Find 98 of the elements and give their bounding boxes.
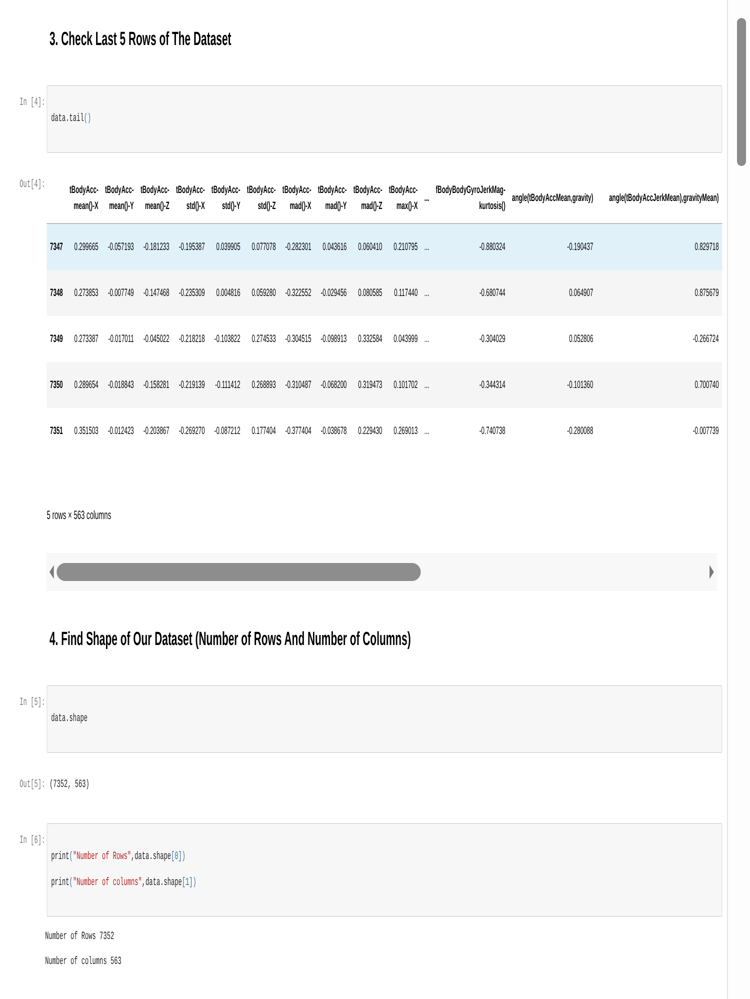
table-cell: -0.029456 — [314, 270, 350, 316]
table-cell: -0.310487 — [279, 362, 315, 408]
table-cell: 0.269013 — [386, 408, 422, 454]
horizontal-scrollbar[interactable] — [46, 553, 718, 591]
table-cell: -0.235309 — [172, 270, 208, 316]
row-index: 7349 — [46, 316, 66, 362]
table-cell: -0.181233 — [137, 224, 173, 270]
table-cell: 0.273853 — [66, 270, 102, 316]
table-cell: -0.219139 — [172, 362, 208, 408]
table-cell: -0.304029 — [432, 316, 509, 362]
input-prompt: In [5]: — [20, 696, 46, 710]
table-cell: -0.280088 — [508, 408, 596, 454]
table-cell: -0.038678 — [314, 408, 350, 454]
table-cell: ... — [421, 316, 432, 362]
table-summary: 5 rows × 563 columns — [46, 507, 112, 523]
table-cell: -0.344314 — [432, 362, 509, 408]
table-cell: 0.289654 — [66, 362, 102, 408]
output-line: Number of columns 563 — [45, 955, 122, 970]
code-line: data.shape — [51, 712, 88, 727]
input-prompt: In [6]: — [20, 834, 46, 848]
table-cell: -0.195387 — [172, 224, 208, 270]
table-cell: -0.087212 — [208, 408, 244, 454]
table-cell: -0.045022 — [137, 316, 173, 362]
table-cell: 0.052806 — [508, 316, 596, 362]
table-cell: 0.064907 — [508, 270, 596, 316]
table-cell: 0.210795 — [386, 224, 422, 270]
code-editor[interactable]: data.tail() — [46, 85, 722, 153]
table-cell: 0.268893 — [244, 362, 280, 408]
table-cell: -0.680744 — [432, 270, 509, 316]
table-cell: 0.229430 — [350, 408, 386, 454]
input-prompt: In [4]: — [20, 96, 46, 110]
table-cell: -0.218218 — [172, 316, 208, 362]
section-heading: 3. Check Last 5 Rows of The Dataset — [50, 28, 232, 52]
table-cell: -0.007749 — [102, 270, 138, 316]
table-cell: -0.017011 — [102, 316, 138, 362]
table-cell: -0.266724 — [596, 316, 722, 362]
table-cell: 0.332584 — [350, 316, 386, 362]
table-cell: 0.274533 — [244, 316, 280, 362]
output-prompt: Out[5]: — [20, 778, 46, 793]
row-index: 7348 — [46, 270, 66, 316]
table-cell: -0.018843 — [102, 362, 138, 408]
table-cell: -0.203867 — [137, 408, 173, 454]
table-cell: 0.273387 — [66, 316, 102, 362]
table-cell: 0.829718 — [596, 224, 722, 270]
table-cell: ... — [421, 224, 432, 270]
table-cell: -0.269270 — [172, 408, 208, 454]
output-prompt: Out[4]: — [20, 178, 46, 192]
table-cell: ... — [421, 362, 432, 408]
table-cell: -0.147468 — [137, 270, 173, 316]
table-cell: -0.880324 — [432, 224, 509, 270]
table-cell: 0.043616 — [314, 224, 350, 270]
table-cell: 0.700740 — [596, 362, 722, 408]
output-text: (7352, 563) — [50, 778, 90, 793]
row-index: 7350 — [46, 362, 66, 408]
table-cell: -0.103822 — [208, 316, 244, 362]
table-cell: 0.101702 — [386, 362, 422, 408]
table-cell: 0.117440 — [386, 270, 422, 316]
table-cell: -0.111412 — [208, 362, 244, 408]
table-cell: 0.043999 — [386, 316, 422, 362]
table-cell: 0.299665 — [66, 224, 102, 270]
code-editor[interactable]: data.shape — [46, 685, 722, 753]
table-cell: -0.322552 — [279, 270, 315, 316]
table-cell: 0.875679 — [596, 270, 722, 316]
left-triangle-icon[interactable] — [50, 565, 54, 579]
code-line: print("Number of Rows",data.shape[0]) — [51, 850, 186, 865]
table-cell: -0.282301 — [279, 224, 315, 270]
table-cell: -0.740738 — [432, 408, 509, 454]
table-cell: 0.077078 — [244, 224, 280, 270]
table-cell: -0.377404 — [279, 408, 315, 454]
table-cell: -0.068200 — [314, 362, 350, 408]
table-cell: 0.080585 — [350, 270, 386, 316]
table-cell: -0.007739 — [596, 408, 722, 454]
row-index: 7351 — [46, 408, 66, 454]
table-cell: -0.012423 — [102, 408, 138, 454]
section-heading: 4. Find Shape of Our Dataset (Number of Rows And Number of Columns) — [50, 628, 411, 652]
right-triangle-icon[interactable] — [710, 565, 714, 579]
table-cell: -0.101360 — [508, 362, 596, 408]
output-line: Number of Rows 7352 — [45, 930, 114, 945]
table-cell: -0.057193 — [102, 224, 138, 270]
table-cell: 0.060410 — [350, 224, 386, 270]
table-cell: ... — [421, 270, 432, 316]
table-cell: 0.059280 — [244, 270, 280, 316]
code-line: print("Number of columns",data.shape[1]) — [51, 876, 196, 891]
table-cell: -0.158281 — [137, 362, 173, 408]
code-editor[interactable]: print("Number of Rows",data.shape[0]) print("Number of columns",data.shape[1]) — [46, 823, 722, 917]
table-cell: -0.098913 — [314, 316, 350, 362]
row-index: 7347 — [46, 224, 66, 270]
table-cell: 0.004816 — [208, 270, 244, 316]
code-line: data.tail() — [51, 112, 92, 127]
table-cell: -0.190437 — [508, 224, 596, 270]
scrollbar-thumb[interactable] — [56, 563, 421, 581]
table-cell: 0.039905 — [208, 224, 244, 270]
table-cell: ... — [421, 408, 432, 454]
table-cell: 0.351503 — [66, 408, 102, 454]
table-cell: -0.304515 — [279, 316, 315, 362]
table-cell: 0.319473 — [350, 362, 386, 408]
scrollbar-thumb[interactable] — [737, 18, 746, 166]
table-cell: 0.177404 — [244, 408, 280, 454]
